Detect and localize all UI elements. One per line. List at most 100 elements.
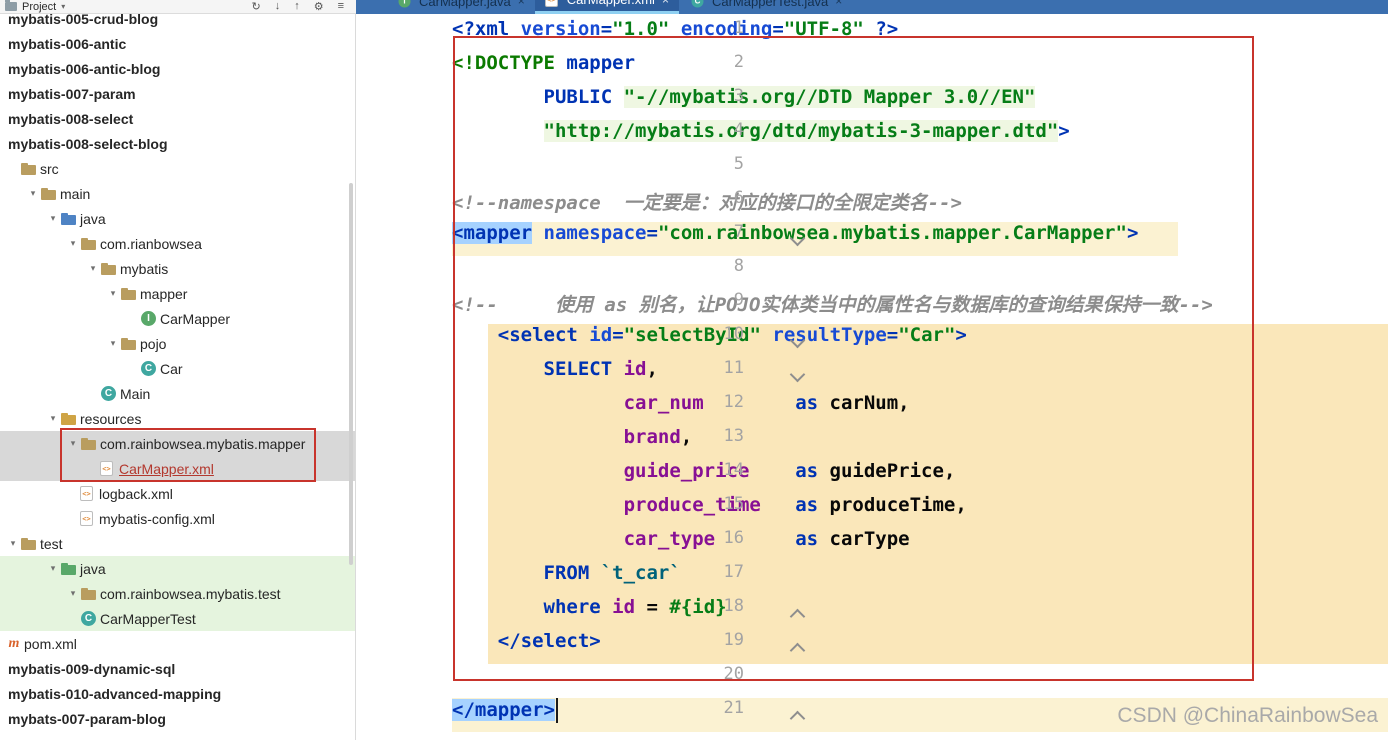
tree-item-mybatis-010-advanced-mapping[interactable]: mybatis-010-advanced-mapping <box>0 681 356 706</box>
tree-item-label: CarMapperTest <box>100 610 196 627</box>
settings-gear-icon[interactable]: ⚙ <box>314 0 324 13</box>
watermark: CSDN @ChinaRainbowSea <box>1117 704 1378 727</box>
tab-label: CarMapper.xml <box>567 0 655 7</box>
annotation-red-box-editor <box>453 36 1254 681</box>
package-icon <box>80 236 98 252</box>
tree-item-pojo[interactable]: ▾ pojo <box>0 331 356 356</box>
close-icon[interactable]: × <box>662 0 669 7</box>
tree-item-label: test <box>40 535 63 552</box>
tree-item-logback-xml[interactable]: <> logback.xml <box>0 481 356 506</box>
tree-item-mybats-007-param-blog[interactable]: mybats-007-param-blog <box>0 706 356 731</box>
tree-item-mapper[interactable]: ▾ mapper <box>0 281 356 306</box>
tree-item-carmappertest[interactable]: C CarMapperTest <box>0 606 356 631</box>
tree-item-car[interactable]: C Car <box>0 356 356 381</box>
tree-item-java[interactable]: ▾ java <box>0 206 356 231</box>
code-line-21[interactable]: </mapper> <box>452 698 558 732</box>
editor-tabs: I CarMapper.java × <> CarMapper.xml × C CarMapp… <box>356 0 1388 14</box>
expand-all-icon[interactable]: ↑ <box>294 0 300 13</box>
collapse-all-icon[interactable]: ↓ <box>275 0 281 13</box>
chevron-down-icon[interactable]: ▾ <box>26 188 40 199</box>
annotation-red-box-tree <box>60 428 316 482</box>
class-icon: C <box>141 361 156 376</box>
tree-item-label: mybatis-config.xml <box>99 510 215 527</box>
panel-divider <box>355 0 356 740</box>
folder-green-icon <box>60 561 78 577</box>
tree-item-mybatis-007-param[interactable]: mybatis-007-param <box>0 81 356 106</box>
folder-res-icon <box>60 411 78 427</box>
chevron-down-icon[interactable]: ▾ <box>66 238 80 249</box>
xml-file-icon: <> <box>544 0 558 7</box>
tab-carmapper-xml[interactable]: <> CarMapper.xml × <box>534 0 679 14</box>
tree-item-label: java <box>80 210 106 227</box>
xml-file-icon: <> <box>80 511 93 526</box>
project-panel-header: Project ▾ ↻ ↓ ↑ ⚙ ≡ <box>0 0 356 14</box>
tree-item-test[interactable]: ▾ test <box>0 531 356 556</box>
tree-item-com-rianbowsea[interactable]: ▾ com.rianbowsea <box>0 231 356 256</box>
class-icon: C <box>101 386 116 401</box>
locate-icon[interactable]: ↻ <box>251 0 260 13</box>
tree-item-label: CarMapper <box>160 310 231 327</box>
chevron-down-icon[interactable]: ▾ <box>61 2 65 11</box>
tree-item-label: main <box>60 185 91 202</box>
chevron-down-icon[interactable]: ▾ <box>6 538 20 549</box>
tree-item-java[interactable]: ▾ java <box>0 556 356 581</box>
tree-item-label: src <box>40 160 59 177</box>
class-icon: C <box>81 611 96 626</box>
tab-label: CarMapper.java <box>419 0 511 9</box>
chevron-down-icon[interactable]: ▾ <box>86 263 100 274</box>
maven-icon: m <box>8 635 20 651</box>
close-icon[interactable]: × <box>835 0 842 8</box>
chevron-down-icon[interactable]: ▾ <box>106 288 120 299</box>
project-tree-scrollbar[interactable] <box>349 183 353 565</box>
chevron-down-icon[interactable]: ▾ <box>46 413 60 424</box>
tree-item-label: pojo <box>140 335 167 352</box>
tree-item-label: com.rainbowsea.mybatis.test <box>100 585 281 602</box>
editor-tab-bar: I CarMapper.java × <> CarMapper.xml × C CarMapp… <box>356 0 1388 14</box>
tree-item-label: Car <box>160 360 183 377</box>
chevron-down-icon[interactable]: ▾ <box>46 563 60 574</box>
tree-item-label: java <box>80 560 106 577</box>
tree-item-main[interactable]: ▾ main <box>0 181 356 206</box>
tree-item-label: pom.xml <box>24 635 77 652</box>
tree-item-label: com.rianbowsea <box>100 235 202 252</box>
text-caret <box>555 698 558 723</box>
tree-item-label: mybatis-008-select <box>8 110 134 127</box>
tree-item-main[interactable]: C Main <box>0 381 356 406</box>
tree-item-mybatis-009-dynamic-sql[interactable]: mybatis-009-dynamic-sql <box>0 656 356 681</box>
tree-item-mybatis-006-antic[interactable]: mybatis-006-antic <box>0 31 356 56</box>
tree-item-label: mapper <box>140 285 188 302</box>
tab-carmapper-java[interactable]: I CarMapper.java × <box>386 0 535 14</box>
tree-item-label: mybatis-006-antic-blog <box>8 60 161 77</box>
folder-icon <box>20 536 38 552</box>
tree-item-mybatis-008-select-blog[interactable]: mybatis-008-select-blog <box>0 131 356 156</box>
chevron-down-icon[interactable]: ▾ <box>106 338 120 349</box>
tab-carmappertest-java[interactable]: C CarMapperTest.java × <box>679 0 852 14</box>
chevron-down-icon[interactable]: ▾ <box>66 588 80 599</box>
interface-icon: I <box>141 311 156 326</box>
tree-item-mybatis-config-xml[interactable]: <> mybatis-config.xml <box>0 506 356 531</box>
folder-icon <box>20 161 38 177</box>
folder-blue-icon <box>60 211 78 227</box>
folder-icon <box>40 186 58 202</box>
line-number-21: 21 <box>723 698 744 718</box>
menu-icon[interactable]: ≡ <box>338 0 344 13</box>
tree-item-mybatis[interactable]: ▾ mybatis <box>0 256 356 281</box>
chevron-down-icon[interactable]: ▾ <box>46 213 60 224</box>
tree-item-mybatis-006-antic-blog[interactable]: mybatis-006-antic-blog <box>0 56 356 81</box>
class-icon: C <box>691 0 704 7</box>
tree-item-label: mybatis <box>120 260 169 277</box>
tree-item-com-rainbowsea-mybatis-test[interactable]: ▾ com.rainbowsea.mybatis.test <box>0 581 356 606</box>
tab-label: CarMapperTest.java <box>711 0 829 9</box>
tree-item-pom-xml[interactable]: m pom.xml <box>0 631 356 656</box>
package-icon <box>80 586 98 602</box>
close-icon[interactable]: × <box>518 0 525 8</box>
tree-item-carmapper[interactable]: I CarMapper <box>0 306 356 331</box>
tree-item-label: mybatis-008-select-blog <box>8 135 168 152</box>
tree-item-label: mybatis-010-advanced-mapping <box>8 685 222 702</box>
tree-item-mybatis-008-select[interactable]: mybatis-008-select <box>0 106 356 131</box>
tree-item-label: mybatis-007-param <box>8 85 136 102</box>
tree-item-label: mybatis-009-dynamic-sql <box>8 660 176 677</box>
project-panel-title: Project <box>22 0 57 13</box>
project-tree: mybatis-005-crud-blog mybatis-006-antic my… <box>0 0 356 740</box>
tree-item-src[interactable]: src <box>0 156 356 181</box>
